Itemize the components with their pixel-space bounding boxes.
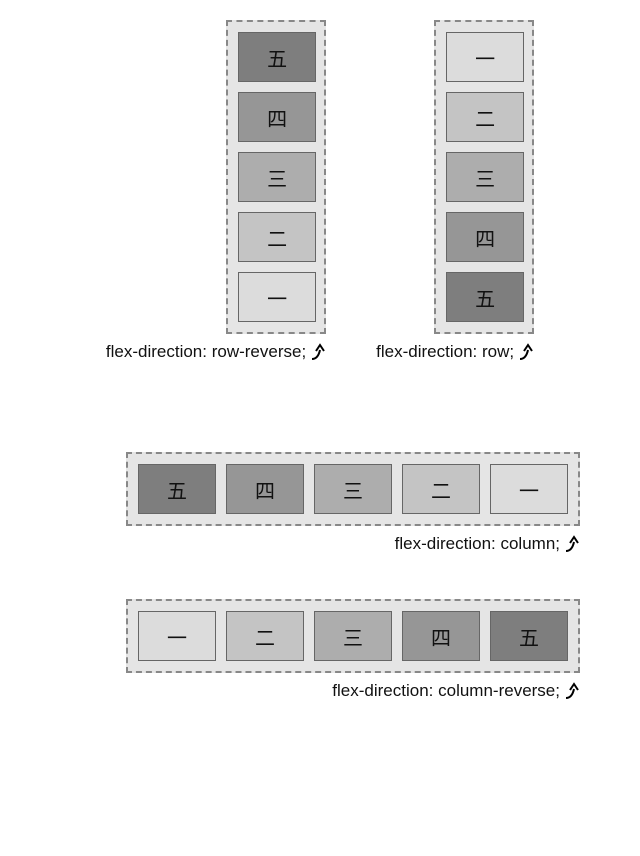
flex-item: 五 [490,611,568,661]
caption-text: flex-direction: column; [395,534,560,554]
flex-item: 四 [226,464,304,514]
flex-item: 一 [238,272,316,322]
flex-item: 五 [446,272,524,322]
caption-text: flex-direction: row-reverse; [106,342,306,362]
caption: flex-direction: row-reverse; [106,342,326,362]
flex-item: 四 [402,611,480,661]
flex-item: 二 [402,464,480,514]
curved-arrow-icon [518,343,534,361]
flex-item: 四 [446,212,524,262]
curved-arrow-icon [564,535,580,553]
curved-arrow-icon [310,343,326,361]
caption: flex-direction: column-reverse; [332,681,580,701]
flex-item: 三 [314,611,392,661]
example-column-reverse: 一 二 三 四 五 flex-direction: column-reverse… [60,599,580,701]
flex-item: 三 [314,464,392,514]
flex-item: 一 [446,32,524,82]
flex-item: 二 [446,92,524,142]
flex-container: 五 四 三 二 一 [226,20,326,334]
example-column: 五 四 三 二 一 flex-direction: column; [60,452,580,554]
caption-text: flex-direction: column-reverse; [332,681,560,701]
example-row-reverse: 五 四 三 二 一 flex-direction: row-reverse; [106,20,326,362]
caption: flex-direction: column; [395,534,580,554]
flex-container: 一 二 三 四 五 [126,599,580,673]
flex-item: 一 [490,464,568,514]
flex-item: 二 [238,212,316,262]
flex-item: 五 [238,32,316,82]
flex-container: 五 四 三 二 一 [126,452,580,526]
flex-item: 一 [138,611,216,661]
flex-item: 三 [446,152,524,202]
example-row: 一 二 三 四 五 flex-direction: row; [376,20,534,362]
flex-container: 一 二 三 四 五 [434,20,534,334]
caption-text: flex-direction: row; [376,342,514,362]
curved-arrow-icon [564,682,580,700]
flex-item: 四 [238,92,316,142]
flex-item: 五 [138,464,216,514]
flex-item: 三 [238,152,316,202]
flex-item: 二 [226,611,304,661]
caption: flex-direction: row; [376,342,534,362]
